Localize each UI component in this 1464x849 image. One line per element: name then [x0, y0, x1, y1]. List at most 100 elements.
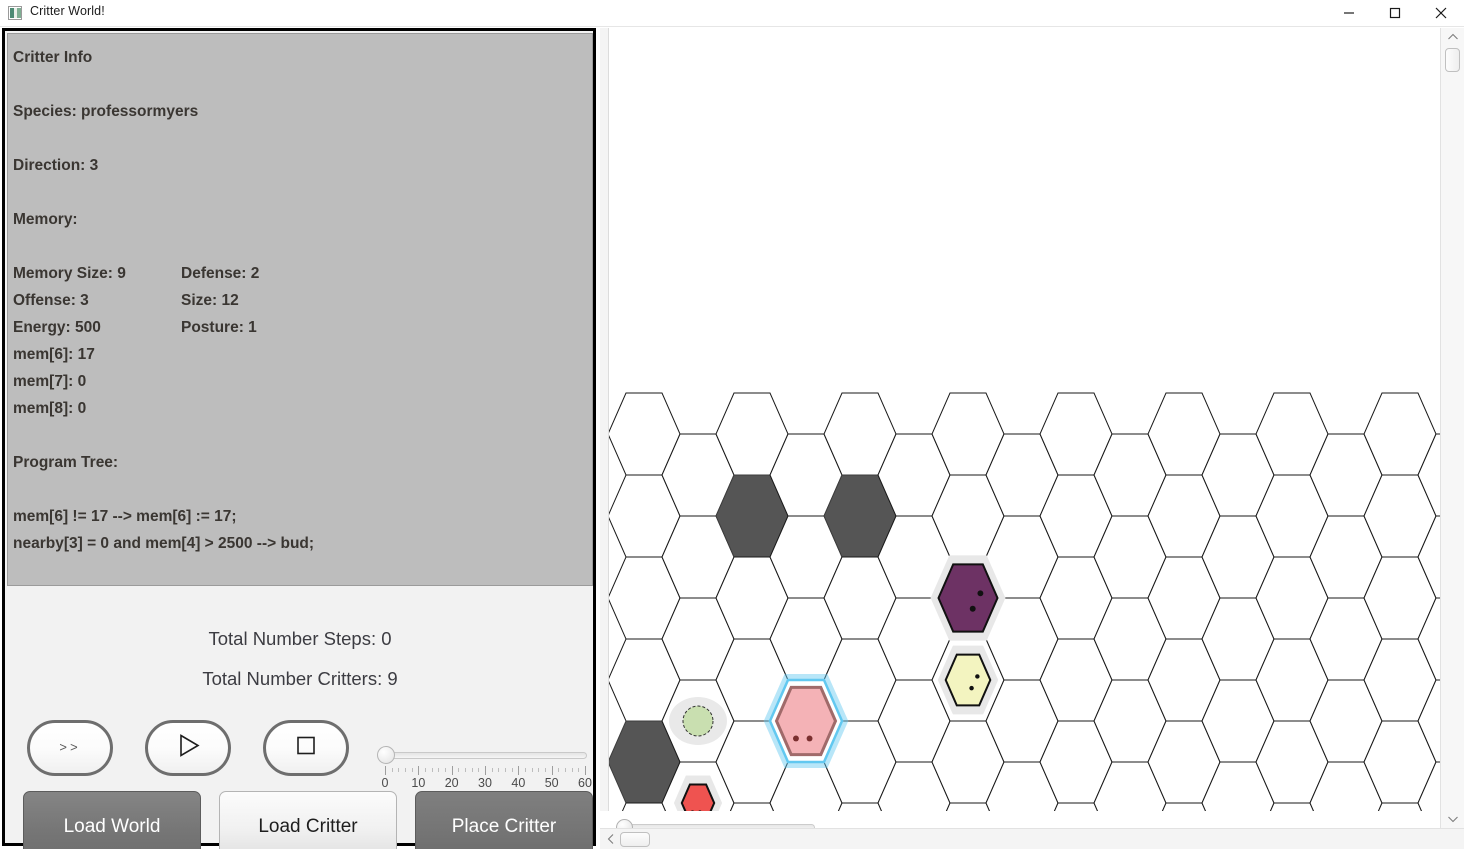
- load-world-button[interactable]: Load World: [23, 791, 201, 849]
- slider-tick-minor: [491, 768, 493, 772]
- app-icon: [8, 6, 22, 20]
- control-panel: Total Number Steps: 0 Total Number Critt…: [7, 588, 593, 849]
- slider-tick-major: [585, 766, 586, 775]
- speed-slider-track[interactable]: [385, 752, 587, 759]
- slider-tick-major: [385, 766, 386, 775]
- info-stat-row: Energy: 500 Posture: 1: [13, 314, 588, 341]
- load-critter-button[interactable]: Load Critter: [219, 791, 397, 849]
- close-icon: [1435, 7, 1447, 19]
- slider-tick-minor: [511, 768, 513, 772]
- info-stat-row: Memory Size: 9 Defense: 2: [13, 260, 588, 287]
- critter-direction-dot: [806, 735, 813, 742]
- world-view[interactable]: [600, 28, 1464, 849]
- critter-info-panel: Critter Info Species: professormyers Direc…: [7, 33, 593, 586]
- world-left-gutter: [600, 28, 609, 811]
- maximize-button[interactable]: [1372, 0, 1418, 26]
- critter-direction-dot: [977, 590, 984, 597]
- slider-tick-label: 0: [381, 776, 389, 790]
- left-panel: Critter Info Species: professormyers Direc…: [2, 28, 596, 849]
- horizontal-scrollbar-thumb[interactable]: [620, 832, 650, 847]
- info-program-line: mem[6] != 17 --> mem[6] := 17;: [13, 508, 237, 525]
- slider-tick-major: [451, 766, 453, 775]
- slider-tick-minor: [405, 768, 406, 772]
- food-pellet-icon[interactable]: [682, 705, 714, 737]
- chevron-up-icon: [1447, 33, 1458, 40]
- minimize-button[interactable]: [1326, 0, 1372, 26]
- info-species: Species: professormyers: [13, 103, 199, 120]
- chevron-down-icon: [1447, 816, 1458, 823]
- info-program-line: nearby[3] = 0 and mem[4] > 2500 --> bud;: [13, 535, 315, 552]
- info-stat-row: mem[6]: 17: [13, 341, 588, 368]
- slider-tick-label: 60: [578, 776, 592, 790]
- slider-tick-minor: [458, 768, 460, 772]
- info-stat-right: Posture: 1: [181, 319, 257, 336]
- info-stat-left: Energy: 500: [13, 319, 101, 336]
- play-button[interactable]: [145, 720, 231, 776]
- scroll-up-button[interactable]: [1441, 28, 1464, 46]
- stop-button[interactable]: [263, 720, 349, 776]
- slider-tick-minor: [471, 768, 473, 772]
- slider-tick-minor: [538, 768, 540, 772]
- hex-tiles[interactable]: [607, 392, 1464, 849]
- info-direction: Direction: 3: [13, 157, 99, 174]
- maximize-icon: [1389, 7, 1401, 19]
- info-stat-row: mem[7]: 0: [13, 368, 588, 395]
- step-button[interactable]: >>: [27, 720, 113, 776]
- window-title: Critter World!: [30, 4, 105, 18]
- play-triangle-icon: [173, 731, 203, 766]
- slider-tick-minor: [498, 768, 500, 772]
- stop-square-icon: [293, 733, 319, 764]
- close-button[interactable]: [1418, 0, 1464, 26]
- vertical-scrollbar[interactable]: [1440, 28, 1464, 828]
- scroll-down-button[interactable]: [1441, 810, 1464, 828]
- slider-tick-major: [418, 766, 420, 775]
- slider-tick-minor: [571, 768, 573, 772]
- slider-tick-label: 50: [544, 776, 559, 790]
- horizontal-scrollbar[interactable]: [600, 828, 1464, 849]
- speed-slider-thumb[interactable]: [377, 746, 395, 764]
- info-stat-left: mem[8]: 0: [13, 400, 87, 417]
- slider-tick-label: 20: [444, 776, 459, 790]
- slider-tick-minor: [391, 768, 393, 772]
- info-stat-left: mem[7]: 0: [13, 373, 87, 390]
- slider-tick-minor: [525, 768, 526, 772]
- minimize-icon: [1344, 12, 1354, 14]
- critter-world-window: Critter World! Critter Info Species: prof…: [0, 0, 1464, 849]
- critter-direction-dot: [975, 674, 980, 679]
- critter-direction-dot: [793, 735, 799, 742]
- slider-tick-minor: [578, 768, 580, 772]
- slider-tick-minor: [445, 768, 446, 772]
- slider-tick-major: [485, 766, 486, 775]
- slider-tick-minor: [565, 768, 566, 772]
- slider-tick-minor: [431, 768, 433, 772]
- slider-tick-label: 30: [478, 776, 492, 790]
- critter-info-text: Critter Info Species: professormyers Direc…: [13, 44, 588, 557]
- hex-grid-svg[interactable]: [600, 28, 1464, 849]
- info-stat-row: mem[8]: 0: [13, 395, 588, 422]
- slider-tick-label: 10: [411, 776, 426, 790]
- critter-direction-dot: [969, 685, 974, 691]
- info-stat-left: mem[6]: 17: [13, 346, 95, 363]
- vertical-scrollbar-thumb[interactable]: [1445, 48, 1460, 72]
- hex-grid-canvas[interactable]: [600, 28, 1464, 849]
- total-steps-label: Total Number Steps: 0: [208, 628, 392, 649]
- chevron-left-icon: [607, 834, 613, 844]
- slider-tick-minor: [438, 768, 440, 772]
- info-heading: Critter Info: [13, 49, 93, 66]
- slider-tick-label: 40: [511, 776, 526, 790]
- slider-tick-minor: [398, 768, 400, 772]
- slider-tick-major: [551, 766, 553, 775]
- food-layer: [669, 697, 727, 745]
- slider-tick-minor: [558, 768, 560, 772]
- scroll-left-button[interactable]: [602, 829, 619, 849]
- critter-body[interactable]: [774, 685, 838, 757]
- place-critter-button[interactable]: Place Critter: [415, 791, 593, 849]
- title-bar: Critter World!: [0, 0, 1464, 27]
- slider-tick-minor: [478, 768, 480, 772]
- critter-body[interactable]: [944, 653, 992, 707]
